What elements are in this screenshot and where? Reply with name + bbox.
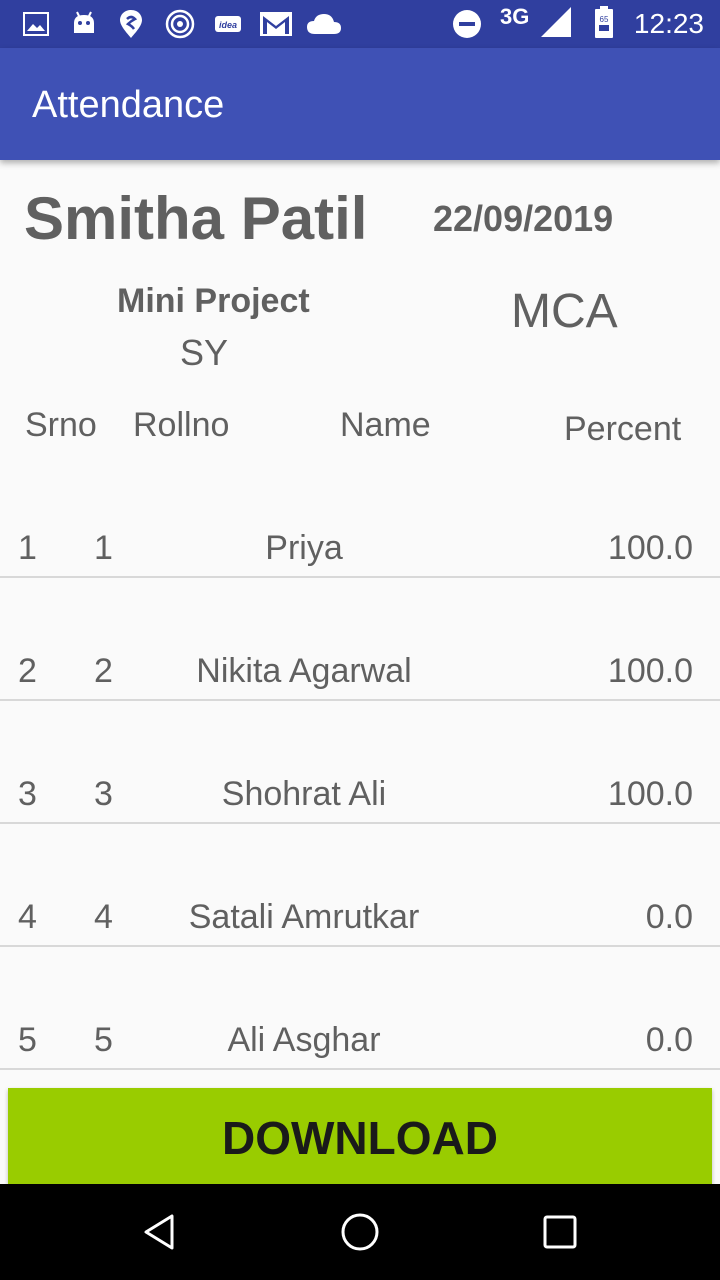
back-icon[interactable] (136, 1208, 184, 1256)
image-icon (22, 10, 50, 38)
signal-icon (540, 7, 572, 37)
cell-name: Priya (265, 529, 343, 567)
navigation-bar (0, 1184, 720, 1280)
cell-rollno: 2 (94, 652, 113, 690)
cell-rollno: 3 (94, 775, 113, 813)
cell-srno: 2 (18, 652, 37, 690)
column-header-rollno: Rollno (133, 406, 230, 444)
swiggy-icon (118, 10, 144, 38)
cell-rollno: 4 (94, 898, 113, 936)
svg-text:65: 65 (600, 15, 609, 24)
status-bar: idea 3G 65 12:23 (0, 0, 720, 48)
subject-name: Mini Project (117, 282, 310, 320)
table-row: 1 1 Priya 100.0 (0, 455, 720, 578)
cell-name: Shohrat Ali (221, 775, 387, 813)
cell-rollno: 5 (94, 1021, 113, 1059)
gmail-icon (258, 10, 294, 38)
android-icon (70, 10, 98, 38)
class-year: SY (180, 332, 229, 373)
cell-percent: 0.0 (645, 898, 693, 936)
cell-srno: 3 (18, 775, 37, 813)
idea-icon: idea (214, 10, 242, 38)
column-header-name: Name (340, 406, 431, 444)
cell-name: Nikita Agarwal (196, 652, 412, 690)
cell-percent: 100.0 (607, 775, 693, 813)
cell-name: Satali Amrutkar (188, 898, 420, 936)
cell-srno: 4 (18, 898, 37, 936)
table-row: 3 3 Shohrat Ali 100.0 (0, 701, 720, 824)
table-row: 4 4 Satali Amrutkar 0.0 (0, 824, 720, 947)
cell-percent: 100.0 (607, 652, 693, 690)
course-name: MCA (511, 285, 618, 338)
jio-icon (162, 9, 198, 39)
cell-rollno: 1 (94, 529, 113, 567)
download-button[interactable]: DOWNLOAD (8, 1088, 712, 1188)
recents-icon[interactable] (536, 1208, 584, 1256)
network-type: 3G (500, 4, 530, 29)
svg-text:idea: idea (219, 20, 237, 30)
app-title: Attendance (32, 84, 225, 126)
app-bar: Attendance (0, 48, 720, 160)
teacher-name: Smitha Patil (24, 185, 368, 252)
cloud-icon (306, 10, 342, 38)
column-header-percent: Percent (564, 410, 682, 448)
cell-name: Ali Asghar (227, 1021, 381, 1059)
clock: 12:23 (633, 8, 704, 39)
table-row: 5 5 Ali Asghar 0.0 (0, 947, 720, 1070)
column-header-srno: Srno (25, 406, 97, 444)
battery-icon: 65 (592, 6, 616, 38)
home-icon[interactable] (336, 1208, 384, 1256)
attendance-date: 22/09/2019 (433, 198, 614, 239)
cell-srno: 1 (18, 529, 37, 567)
cell-percent: 0.0 (645, 1021, 693, 1059)
cell-percent: 100.0 (607, 529, 693, 567)
cell-srno: 5 (18, 1021, 37, 1059)
dnd-icon (452, 10, 482, 38)
table-row: 2 2 Nikita Agarwal 100.0 (0, 578, 720, 701)
